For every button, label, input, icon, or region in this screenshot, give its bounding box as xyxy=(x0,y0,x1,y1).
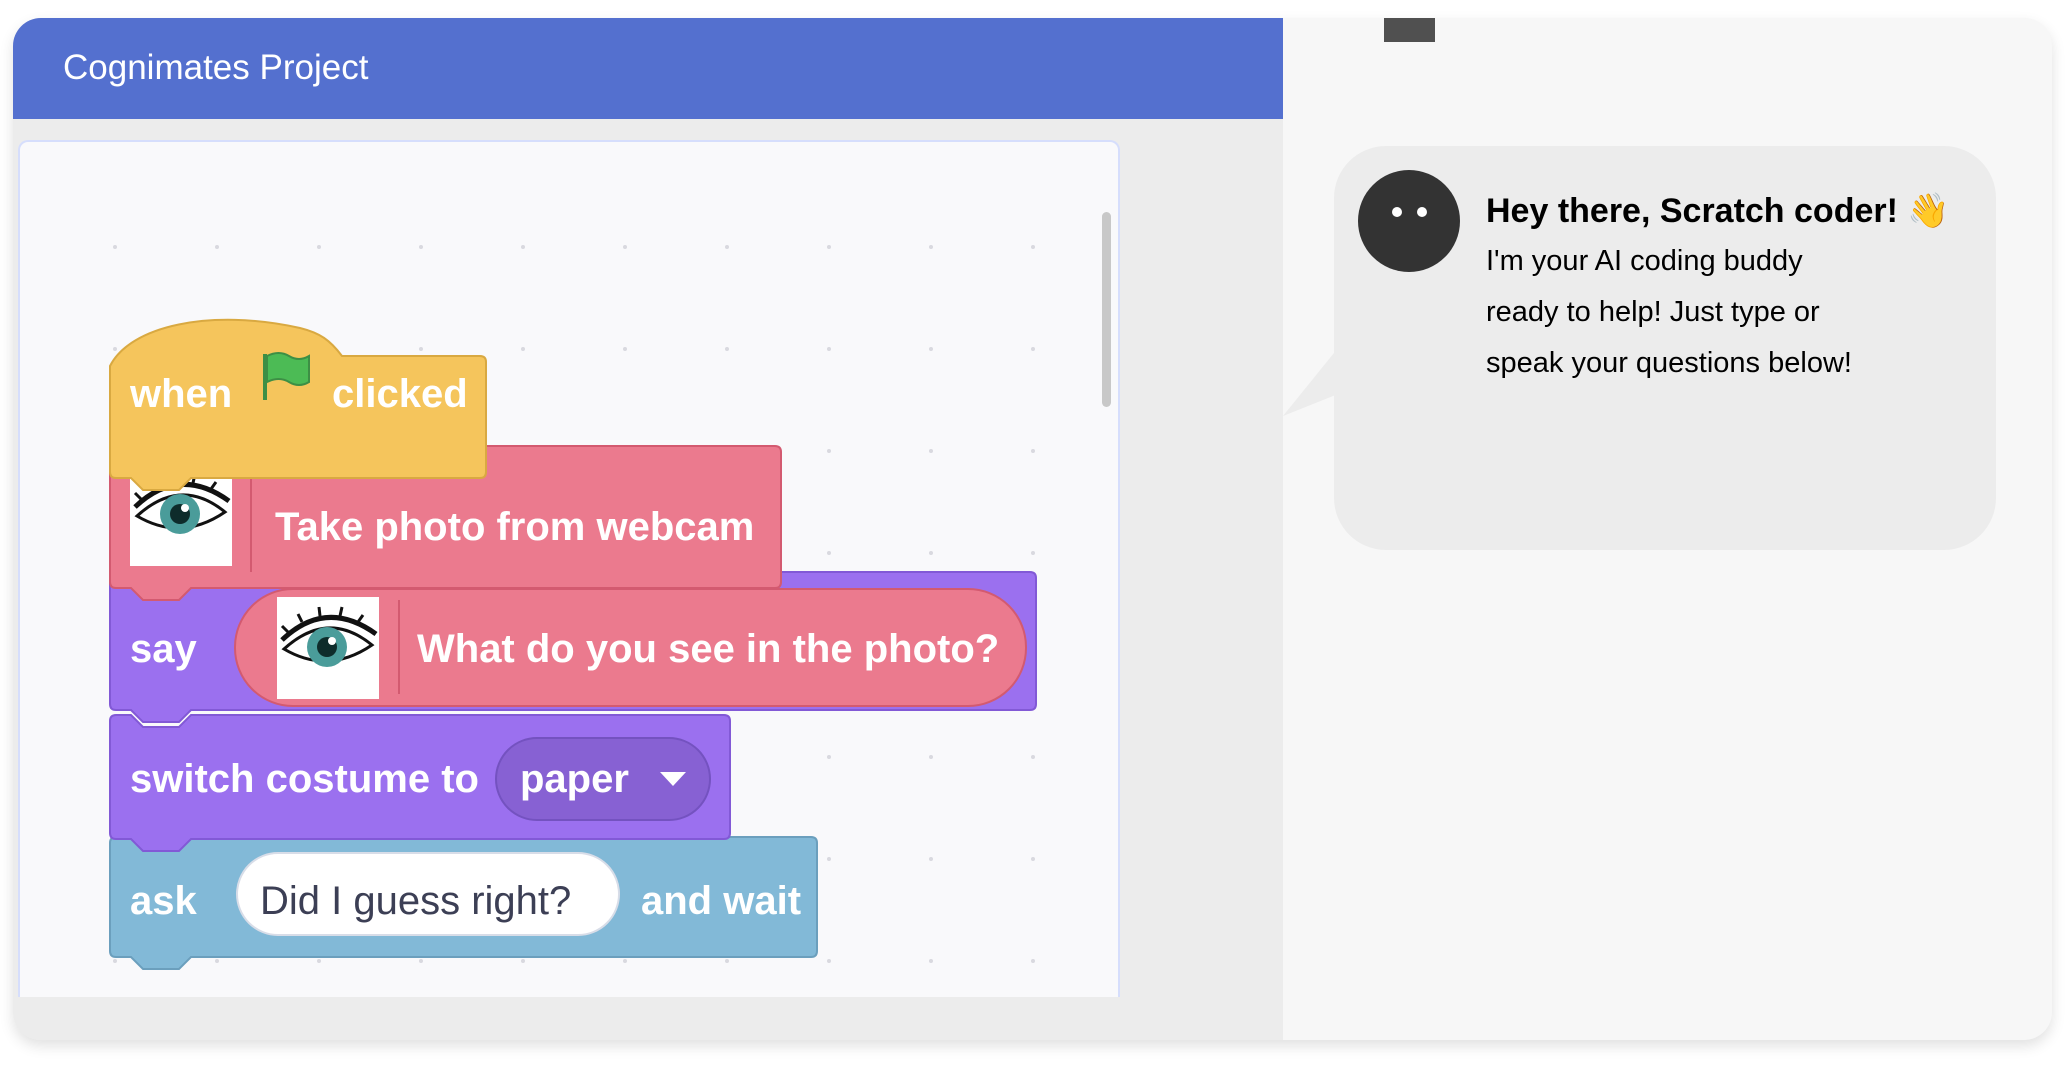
switch-costume-label: switch costume to xyxy=(130,757,479,801)
clicked-label: clicked xyxy=(332,372,468,416)
say-eye-icon xyxy=(277,597,379,699)
script-stack xyxy=(109,318,1037,970)
pane-handle[interactable] xyxy=(1384,18,1435,42)
app-window: Cognimates Project when clicked Take pho… xyxy=(13,18,2052,1040)
take-photo-label: Take photo from webcam xyxy=(275,505,755,549)
code-workspace[interactable]: when clicked Take photo from webcam say … xyxy=(18,140,1120,997)
ask-suffix-label: and wait xyxy=(641,879,802,923)
editor-pane: Cognimates Project when clicked Take pho… xyxy=(13,18,1283,1040)
ask-input-text[interactable]: Did I guess right? xyxy=(260,881,571,921)
say-label: say xyxy=(130,627,197,671)
assistant-pane: Hey there, Scratch coder! 👋 I'm your AI … xyxy=(1283,18,2052,1040)
when-label: when xyxy=(130,372,233,416)
assistant-line: I'm your AI coding buddy xyxy=(1486,245,1803,277)
assistant-line: speak your questions below! xyxy=(1486,347,1852,379)
say-reporter-text: What do you see in the photo? xyxy=(417,627,1000,671)
avatar-eye-right xyxy=(1417,207,1427,217)
assistant-greeting-body: I'm your AI coding buddy ready to help! … xyxy=(1486,236,1886,389)
assistant-greeting-title: Hey there, Scratch coder! 👋 xyxy=(1486,192,1950,230)
project-title: Cognimates Project xyxy=(63,48,369,87)
ask-label: ask xyxy=(130,879,197,923)
assistant-message-bubble: Hey there, Scratch coder! 👋 I'm your AI … xyxy=(1334,146,1996,550)
costume-dropdown-value: paper xyxy=(520,757,629,801)
assistant-avatar xyxy=(1358,170,1460,272)
avatar-eye-left xyxy=(1392,207,1402,217)
assistant-line: ready to help! Just type or xyxy=(1486,296,1820,328)
project-header: Cognimates Project xyxy=(13,18,1283,119)
